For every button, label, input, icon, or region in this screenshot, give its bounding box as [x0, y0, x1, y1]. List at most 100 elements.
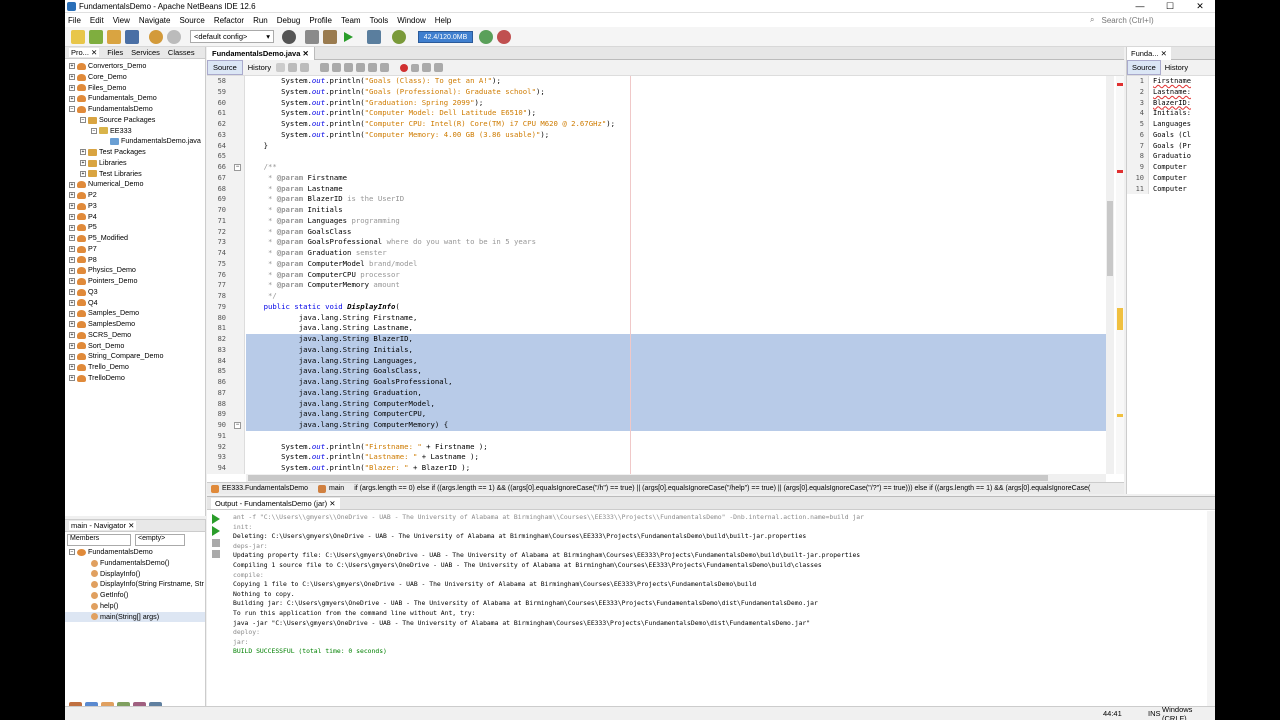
- forward-icon[interactable]: [300, 63, 310, 72]
- expand-icon[interactable]: +: [69, 310, 75, 317]
- collapse-icon[interactable]: −: [91, 127, 97, 134]
- menu-team[interactable]: Team: [341, 16, 361, 25]
- tree-item[interactable]: + Test Packages: [65, 147, 205, 158]
- profile-icon[interactable]: [392, 30, 406, 44]
- new-file-icon[interactable]: [71, 30, 85, 44]
- globe-icon[interactable]: [282, 30, 296, 44]
- toggle-highlight-icon[interactable]: [356, 63, 366, 72]
- scrollbar-thumb[interactable]: [1107, 201, 1113, 276]
- code-line[interactable]: * @param BlazerID is the UserID: [246, 194, 404, 205]
- tree-item[interactable]: + Fundamentals_Demo: [65, 93, 205, 104]
- expand-icon[interactable]: +: [69, 63, 75, 70]
- shift-right-icon[interactable]: [380, 63, 390, 72]
- line-number[interactable]: 66: [218, 162, 226, 173]
- line-number[interactable]: 90: [218, 420, 226, 431]
- members-select[interactable]: Members: [67, 533, 131, 546]
- gc-icon[interactable]: [479, 30, 493, 44]
- comment-icon[interactable]: [422, 63, 432, 72]
- tree-item[interactable]: + Physics_Demo: [65, 265, 205, 276]
- tab-projects[interactable]: Pro... ✕: [69, 48, 100, 57]
- save-all-icon[interactable]: [125, 30, 139, 44]
- stop-macro-icon[interactable]: [411, 63, 420, 72]
- selection-mark[interactable]: [1117, 308, 1123, 330]
- tree-item[interactable]: + P5_Modified: [65, 233, 205, 244]
- expand-icon[interactable]: +: [69, 74, 75, 81]
- tree-item[interactable]: − Source Packages: [65, 115, 205, 126]
- line-endings[interactable]: Windows (CRLF): [1162, 705, 1215, 720]
- secondary-line[interactable]: 5 Languages: [1127, 119, 1215, 130]
- tree-item[interactable]: − EE333: [65, 126, 205, 137]
- expand-icon[interactable]: +: [69, 181, 75, 188]
- line-number[interactable]: 69: [218, 194, 226, 205]
- code-line[interactable]: java.lang.String ComputerCPU,: [246, 409, 1106, 420]
- occurrence-mark[interactable]: [1117, 414, 1123, 417]
- expand-icon[interactable]: +: [69, 213, 75, 220]
- breadcrumb-path[interactable]: if (args.length == 0) else if ((args.len…: [354, 485, 1090, 492]
- code-line[interactable]: */: [246, 291, 277, 302]
- secondary-line[interactable]: 2 Lastname:: [1127, 86, 1215, 98]
- navigator-member[interactable]: main(String[] args): [65, 611, 205, 623]
- menu-tools[interactable]: Tools: [370, 16, 389, 25]
- code-line[interactable]: java.lang.String BlazerID,: [246, 334, 1106, 345]
- tree-item[interactable]: + P3: [65, 201, 205, 212]
- find-next-icon[interactable]: [344, 63, 354, 72]
- code-line[interactable]: * @param GoalsClass: [246, 227, 352, 238]
- navigator-member[interactable]: DisplayInfo(): [65, 569, 205, 580]
- tree-item[interactable]: + SCRS_Demo: [65, 330, 205, 341]
- code-line[interactable]: java.lang.String GoalsProfessional,: [246, 377, 1106, 388]
- secondary-line[interactable]: 11 Computer: [1127, 183, 1215, 195]
- code-line[interactable]: * @param Firstname: [246, 173, 347, 184]
- code-line[interactable]: * @param Languages programming: [246, 216, 400, 227]
- memory-indicator[interactable]: 42.4/120.0MB: [418, 31, 473, 43]
- secondary-code[interactable]: 1 Firstname 2 Lastname: 3 BlazerID: 4 Initials:…: [1127, 76, 1215, 195]
- line-number[interactable]: 70: [218, 205, 226, 216]
- expand-icon[interactable]: +: [69, 235, 75, 242]
- error-stripe[interactable]: [1116, 76, 1124, 474]
- code-line[interactable]: System.out.println("Firstname: " + First…: [246, 442, 488, 453]
- code-line[interactable]: java.lang.String Graduation,: [246, 387, 1106, 399]
- fold-toggle-icon[interactable]: −: [234, 164, 241, 171]
- tree-item[interactable]: − FundamentalsDemo: [65, 104, 205, 115]
- breadcrumb-class[interactable]: EE333.FundamentalsDemo: [222, 485, 308, 492]
- code-line[interactable]: * @param Lastname: [246, 184, 343, 195]
- output-tab[interactable]: Output - FundamentalsDemo (jar) ✕: [211, 498, 340, 509]
- line-number[interactable]: 87: [218, 388, 226, 399]
- undo-icon[interactable]: [149, 30, 163, 44]
- expand-icon[interactable]: +: [69, 256, 75, 263]
- expand-icon[interactable]: +: [69, 299, 75, 306]
- menu-debug[interactable]: Debug: [277, 16, 301, 25]
- editor-vertical-scrollbar[interactable]: [1106, 76, 1114, 474]
- code-line[interactable]: System.out.println("Computer CPU: Intel(…: [246, 119, 615, 130]
- expand-icon[interactable]: +: [80, 160, 86, 167]
- expand-icon[interactable]: +: [69, 246, 75, 253]
- tab-services[interactable]: Services: [131, 48, 160, 57]
- debug-icon[interactable]: [367, 30, 381, 44]
- line-number[interactable]: 88: [218, 399, 226, 410]
- new-project-icon[interactable]: [89, 30, 103, 44]
- tree-item[interactable]: + SamplesDemo: [65, 319, 205, 330]
- navigator-member[interactable]: help(): [65, 601, 205, 612]
- line-number[interactable]: 71: [218, 216, 226, 227]
- tab-navigator[interactable]: main - Navigator ✕: [69, 521, 137, 530]
- expand-icon[interactable]: +: [69, 321, 75, 328]
- line-number[interactable]: 83: [218, 345, 226, 356]
- expand-icon[interactable]: +: [69, 289, 75, 296]
- code-line[interactable]: System.out.println("Goals (Professional)…: [246, 87, 545, 98]
- line-number[interactable]: 84: [218, 356, 226, 367]
- breadcrumb-method[interactable]: main: [329, 485, 344, 492]
- expand-icon[interactable]: +: [69, 192, 75, 199]
- code-line[interactable]: * @param ComputerCPU processor: [246, 270, 400, 281]
- menu-view[interactable]: View: [113, 16, 130, 25]
- output-log[interactable]: ant -f "C:\\Users\\gmyers\\OneDrive - UA…: [233, 513, 864, 657]
- code-line[interactable]: * @param Graduation semster: [246, 248, 387, 259]
- code-line[interactable]: java.lang.String Initials,: [246, 344, 1106, 356]
- secondary-line[interactable]: 10 Computer: [1127, 172, 1215, 184]
- line-number[interactable]: 67: [218, 173, 226, 184]
- line-number[interactable]: 74: [218, 248, 226, 259]
- secondary-line[interactable]: 6 Goals (Cl: [1127, 129, 1215, 141]
- error-mark[interactable]: [1117, 83, 1123, 86]
- code-line[interactable]: }: [246, 141, 268, 152]
- expand-icon[interactable]: +: [69, 342, 75, 349]
- tree-item[interactable]: + Sort_Demo: [65, 341, 205, 352]
- secondary-history-tab[interactable]: History: [1161, 61, 1192, 74]
